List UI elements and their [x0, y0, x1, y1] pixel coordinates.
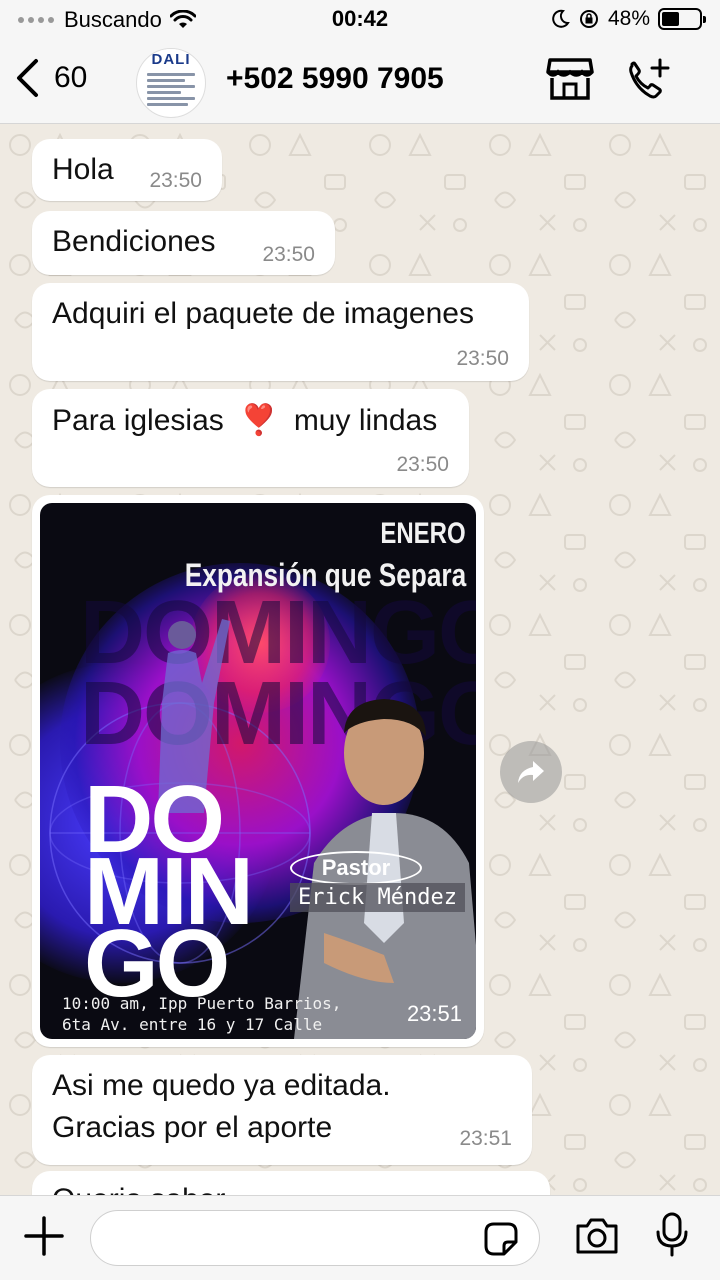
- message-time: 23:50: [456, 347, 509, 370]
- message-text-part: Para iglesias: [52, 404, 224, 437]
- poster-month: ENERO: [380, 517, 466, 550]
- heart-exclamation-emoji: ❣️: [240, 404, 278, 437]
- contact-name[interactable]: +502 5990 7905: [226, 62, 444, 96]
- image-message[interactable]: DOMINGO DOMINGO ENERO Expansión que Separ…: [32, 495, 484, 1047]
- poster-day-line: GO: [84, 910, 230, 1017]
- phone-plus-icon[interactable]: [624, 56, 672, 104]
- poster-day: DO MIN GO: [84, 772, 254, 1017]
- status-bar: Buscando 00:42 48%: [0, 0, 720, 40]
- avatar-logo: DALI: [137, 49, 205, 69]
- message-line: Gracias por el aporte: [52, 1111, 333, 1144]
- message-text: Para iglesias ❣️ muy lindas: [52, 403, 437, 438]
- event-poster-image[interactable]: DOMINGO DOMINGO ENERO Expansión que Separ…: [40, 503, 476, 1039]
- microphone-icon[interactable]: [654, 1212, 690, 1258]
- message-time: 23:50: [262, 243, 315, 266]
- message-text: Asi me quedo ya editada. Gracias por el …: [52, 1065, 391, 1149]
- message-time: 23:51: [459, 1127, 512, 1150]
- forward-icon: [518, 761, 544, 783]
- chat-header: 60 DALI +502 5990 7905: [0, 40, 720, 124]
- input-bar: [0, 1195, 720, 1280]
- poster-event-info: 10:00 am, Ipp Puerto Barrios, 6ta Av. en…: [62, 993, 341, 1035]
- message-time: 23:50: [396, 453, 449, 476]
- message-bubble[interactable]: Asi me quedo ya editada. Gracias por el …: [32, 1055, 532, 1165]
- chevron-left-icon: [17, 59, 38, 97]
- chat-area[interactable]: Hola 23:50 Bendiciones 23:50 Adquiri el …: [0, 125, 720, 1195]
- status-icons: 48%: [550, 7, 706, 31]
- message-time: 23:50: [149, 169, 202, 192]
- rotation-lock-icon: [579, 10, 598, 28]
- camera-icon[interactable]: [574, 1216, 620, 1256]
- message-text: Hola: [52, 153, 114, 186]
- message-bubble[interactable]: Hola 23:50: [32, 139, 222, 201]
- moon-icon: [552, 9, 570, 28]
- poster-info-line: 10:00 am, Ipp Puerto Barrios,: [62, 994, 342, 1013]
- message-line: Asi me quedo ya editada.: [52, 1069, 391, 1102]
- poster-info-line: 6ta Av. entre 16 y 17 Calle: [62, 1015, 323, 1034]
- store-icon[interactable]: [546, 56, 594, 102]
- battery-percent: 48%: [607, 7, 650, 30]
- poster-title: Expansión que Separa: [184, 557, 466, 593]
- message-input[interactable]: [90, 1210, 540, 1266]
- battery-fill: [662, 12, 680, 26]
- pastor-label: Pastor: [290, 851, 422, 885]
- battery-icon: [658, 8, 706, 30]
- avatar[interactable]: DALI: [136, 48, 206, 118]
- message-bubble[interactable]: Adquiri el paquete de imagenes 23:50: [32, 283, 529, 381]
- sticker-icon[interactable]: [482, 1220, 520, 1258]
- unread-count: 60: [54, 61, 88, 94]
- back-button[interactable]: 60: [14, 58, 87, 98]
- message-bubble[interactable]: Queria saber: [32, 1171, 550, 1195]
- message-bubble[interactable]: Para iglesias ❣️ muy lindas 23:50: [32, 389, 469, 487]
- message-text: Queria saber: [52, 1183, 225, 1195]
- message-text: Bendiciones: [52, 225, 216, 258]
- message-time: 23:51: [406, 1001, 462, 1026]
- message-text-part: muy lindas: [293, 404, 438, 437]
- message-text: Adquiri el paquete de imagenes: [52, 297, 474, 330]
- message-bubble[interactable]: Bendiciones 23:50: [32, 211, 335, 275]
- plus-icon[interactable]: [22, 1214, 66, 1258]
- pastor-name: Erick Méndez: [290, 883, 465, 912]
- avatar-content: [147, 73, 195, 109]
- forward-button[interactable]: [500, 741, 562, 803]
